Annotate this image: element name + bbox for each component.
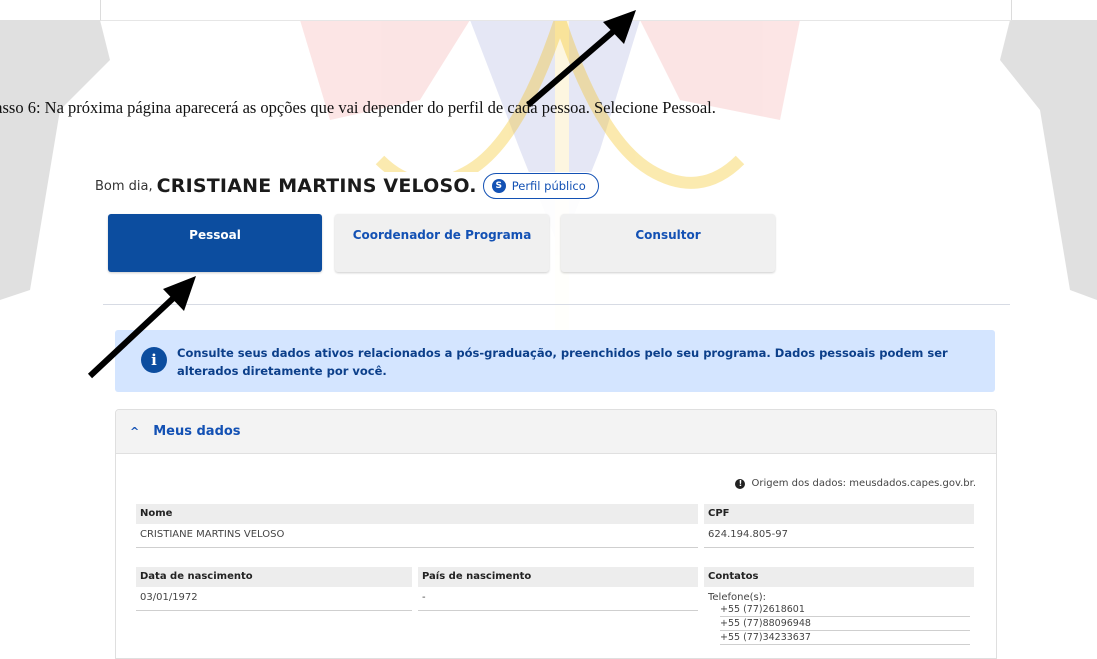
arrow-to-pessoal-icon (87, 276, 196, 379)
arrow-to-top-icon (526, 10, 636, 108)
annotation-arrows (87, 10, 636, 379)
